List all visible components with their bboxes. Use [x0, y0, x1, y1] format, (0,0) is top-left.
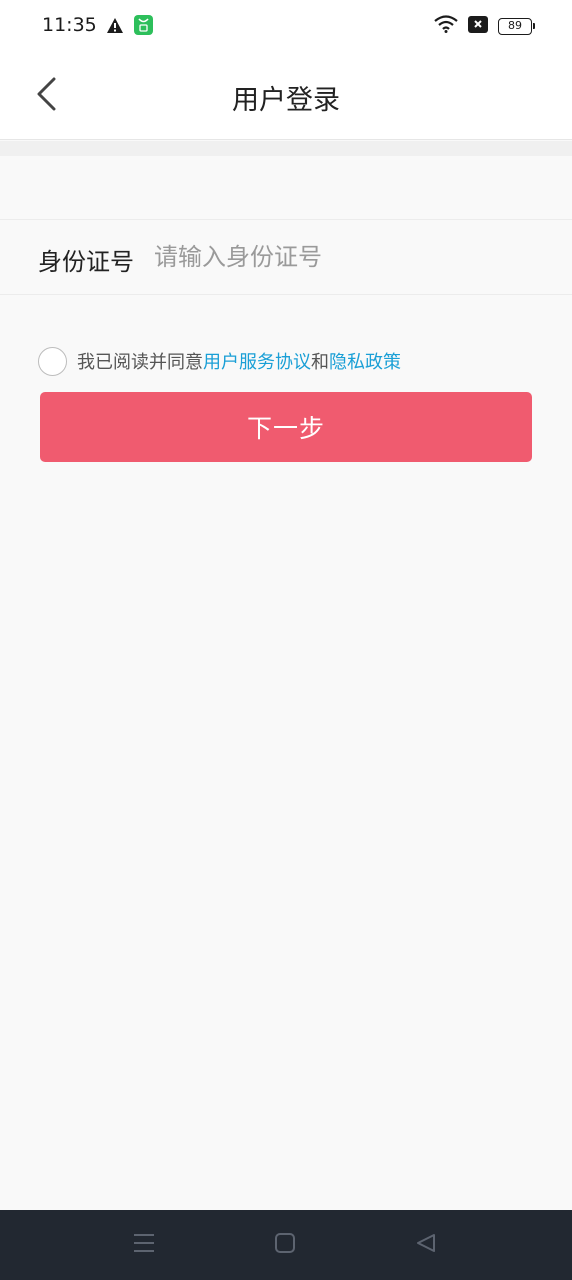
- home-button[interactable]: [270, 1230, 300, 1260]
- notification-app-icon: [134, 15, 153, 39]
- system-back-button[interactable]: [411, 1230, 441, 1260]
- page-title: 用户登录: [232, 85, 340, 116]
- wifi-icon: [434, 15, 458, 37]
- no-sim-icon: [468, 15, 488, 37]
- menu-button[interactable]: [129, 1230, 159, 1260]
- next-step-button[interactable]: 下一步: [40, 392, 532, 462]
- id-number-input[interactable]: [152, 234, 532, 280]
- status-right-icons: 89: [434, 15, 535, 37]
- menu-icon: [133, 1233, 155, 1257]
- status-left-icons: [106, 15, 153, 39]
- header: 用户登录: [0, 52, 572, 140]
- battery-icon: 89: [498, 17, 535, 35]
- user-service-agreement-link[interactable]: 用户服务协议: [203, 352, 311, 373]
- agreement-row: 我已阅读并同意用户服务协议和隐私政策: [38, 346, 401, 376]
- header-divider-band: [0, 141, 572, 156]
- agreement-text: 我已阅读并同意用户服务协议和隐私政策: [77, 348, 401, 374]
- status-time: 11:35: [42, 14, 97, 36]
- privacy-policy-link[interactable]: 隐私政策: [329, 352, 401, 373]
- back-triangle-icon: [415, 1232, 437, 1258]
- agreement-joiner: 和: [311, 352, 329, 373]
- agreement-prefix: 我已阅读并同意: [77, 352, 203, 373]
- id-number-row: 身份证号: [0, 219, 572, 295]
- status-bar: 11:35 89: [0, 0, 572, 52]
- home-icon: [274, 1232, 296, 1258]
- system-navigation-bar: [0, 1210, 572, 1280]
- id-number-label: 身份证号: [38, 248, 134, 276]
- warning-icon: [106, 17, 124, 38]
- agreement-checkbox[interactable]: [38, 346, 67, 376]
